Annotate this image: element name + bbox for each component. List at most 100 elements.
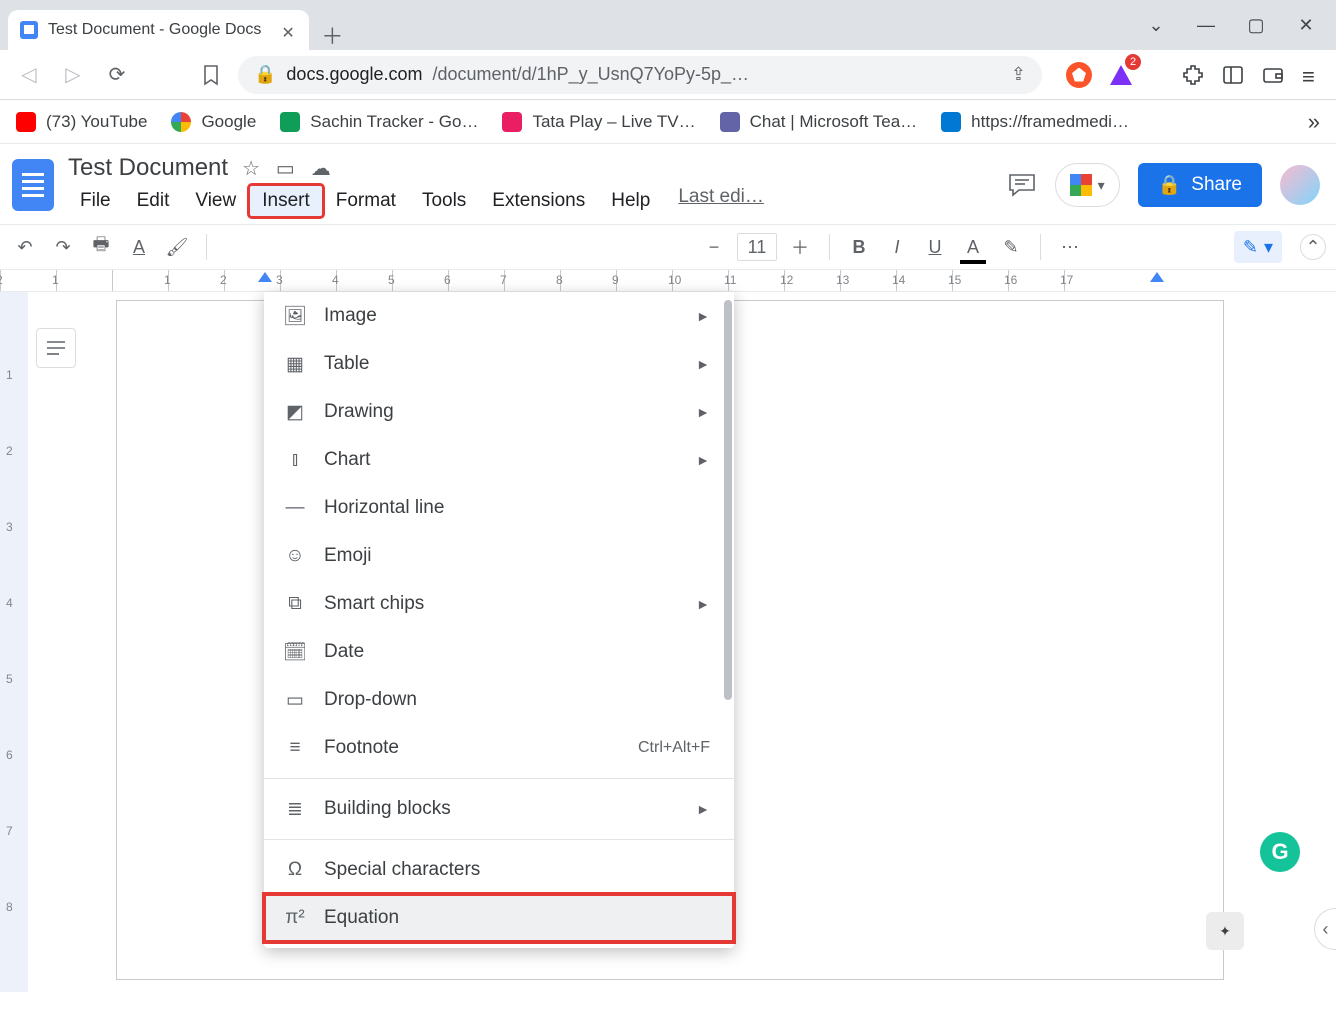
grammarly-button[interactable]: G	[1260, 832, 1300, 872]
insert-menu-date[interactable]: 🗓Date	[264, 628, 734, 676]
browser-tab-active[interactable]: Test Document - Google Docs ✕	[8, 10, 309, 50]
insert-menu-drawing[interactable]: ◩Drawing►	[264, 388, 734, 436]
comments-icon[interactable]	[1007, 172, 1037, 198]
bookmark-youtube[interactable]: (73) YouTube	[16, 112, 147, 132]
insert-menu-smart-chips[interactable]: ⧉Smart chips►	[264, 580, 734, 628]
menu-help[interactable]: Help	[599, 186, 662, 216]
menu-item-label: Drop-down	[324, 689, 710, 711]
bookmark-google[interactable]: Google	[171, 112, 256, 132]
docs-favicon-icon	[20, 21, 38, 39]
text-color-button[interactable]: A	[958, 232, 988, 262]
spellcheck-button[interactable]: A	[124, 232, 154, 262]
new-tab-button[interactable]: ＋	[317, 20, 347, 50]
cloud-status-icon[interactable]: ☁	[311, 158, 331, 180]
insert-menu-table[interactable]: ▦Table►	[264, 340, 734, 388]
print-button[interactable]: 🖶	[86, 232, 116, 262]
bookmark-label: Sachin Tracker - Go…	[310, 112, 478, 132]
menu-file[interactable]: File	[68, 186, 123, 216]
side-panel-toggle[interactable]: ‹	[1314, 908, 1336, 950]
insert-menu-dropdown: 🖼Image►▦Table►◩Drawing►⫾Chart►—Horizonta…	[264, 292, 734, 948]
editing-mode-button[interactable]: ✎ ▾	[1234, 231, 1282, 263]
horizontal-ruler[interactable]: 211234567891011121314151617	[0, 270, 1336, 292]
menu-item-label: Special characters	[324, 859, 710, 881]
font-size-increase[interactable]: ＋	[785, 232, 815, 262]
special-characters-icon: Ω	[284, 859, 306, 881]
paint-format-button[interactable]: 🖌	[162, 232, 192, 262]
star-icon[interactable]: ☆	[242, 158, 260, 180]
insert-menu-equation[interactable]: π²Equation	[264, 894, 734, 942]
document-canvas: 12345678 🖼Image►▦Table►◩Drawing►⫾Chart►—…	[0, 292, 1336, 992]
ruler-left-indent-icon[interactable]	[258, 272, 272, 282]
meet-button[interactable]: ▾	[1055, 163, 1120, 207]
insert-menu-special-characters[interactable]: Ω Special characters	[264, 846, 734, 894]
insert-menu-horizontal-line[interactable]: —Horizontal line	[264, 484, 734, 532]
bookmark-framedmedi[interactable]: https://framedmedi…	[941, 112, 1129, 132]
insert-menu-image[interactable]: 🖼Image►	[264, 292, 734, 340]
font-size-input[interactable]: 11	[737, 233, 777, 261]
insert-menu-chart[interactable]: ⫾Chart►	[264, 436, 734, 484]
undo-button[interactable]: ↶	[10, 232, 40, 262]
underline-button[interactable]: U	[920, 232, 950, 262]
bookmark-page-button[interactable]	[194, 58, 228, 92]
insert-menu-building-blocks[interactable]: ≣Building blocks►	[264, 785, 734, 833]
explore-button[interactable]: ✦	[1206, 912, 1244, 950]
document-title[interactable]: Test Document	[68, 154, 228, 182]
youtube-icon	[16, 112, 36, 132]
outline-icon	[45, 339, 67, 357]
browser-menu-icon[interactable]: ≡	[1302, 64, 1324, 86]
sidebar-toggle-icon[interactable]	[1222, 64, 1244, 86]
image-icon: 🖼	[284, 305, 306, 327]
bookmark-sheets[interactable]: Sachin Tracker - Go…	[280, 112, 478, 132]
insert-menu-footnote[interactable]: ≡FootnoteCtrl+Alt+F	[264, 724, 734, 772]
window-minimize-icon[interactable]: ―	[1196, 15, 1216, 36]
date-icon: 🗓	[284, 641, 306, 663]
show-outline-button[interactable]	[36, 328, 76, 368]
vertical-ruler[interactable]: 12345678	[0, 292, 28, 992]
insert-menu-drop-down[interactable]: ▭Drop-down	[264, 676, 734, 724]
redo-button[interactable]: ↷	[48, 232, 78, 262]
brave-rewards-icon[interactable]: 2	[1110, 65, 1132, 85]
window-titlebar: Test Document - Google Docs ✕ ＋ ⌄ ― ▢ ✕	[0, 0, 1336, 50]
menu-format[interactable]: Format	[324, 186, 408, 216]
share-button[interactable]: 🔒 Share	[1138, 163, 1262, 207]
tab-strip: Test Document - Google Docs ✕ ＋	[0, 0, 1146, 50]
menu-insert[interactable]: Insert	[250, 186, 322, 216]
highlight-button[interactable]: ✎	[996, 232, 1026, 262]
share-url-icon[interactable]: ⇪	[1011, 64, 1026, 85]
menu-item-label: Table	[324, 353, 678, 375]
move-icon[interactable]: ▭	[276, 158, 295, 180]
bold-button[interactable]: B	[844, 232, 874, 262]
collapse-toolbar-button[interactable]: ⌃	[1300, 234, 1326, 260]
bookmark-tata[interactable]: Tata Play – Live TV…	[502, 112, 695, 132]
menu-view[interactable]: View	[183, 186, 248, 216]
window-close-icon[interactable]: ✕	[1296, 15, 1316, 36]
toolbar-more-button[interactable]: ⋯	[1055, 232, 1085, 262]
tab-close-icon[interactable]: ✕	[281, 23, 295, 37]
window-dropdown-icon[interactable]: ⌄	[1146, 15, 1166, 36]
ruler-right-indent-icon[interactable]	[1150, 272, 1164, 282]
italic-button[interactable]: I	[882, 232, 912, 262]
font-size-decrease[interactable]: −	[699, 232, 729, 262]
menu-edit[interactable]: Edit	[125, 186, 182, 216]
nav-back-button[interactable]: ◁	[12, 58, 46, 92]
last-edit-link[interactable]: Last edi…	[678, 186, 764, 216]
wallet-icon[interactable]	[1262, 64, 1284, 86]
brave-shield-icon[interactable]	[1066, 62, 1092, 88]
horizontal-line-icon: —	[284, 497, 306, 519]
nav-forward-button[interactable]: ▷	[56, 58, 90, 92]
bookmark-teams[interactable]: Chat | Microsoft Tea…	[720, 112, 918, 132]
bookmark-label: (73) YouTube	[46, 112, 147, 132]
insert-menu-emoji[interactable]: ☺Emoji	[264, 532, 734, 580]
address-bar[interactable]: 🔒 docs.google.com/document/d/1hP_y_UsnQ7…	[238, 56, 1042, 94]
extensions-icon[interactable]	[1182, 64, 1204, 86]
menu-item-label: Image	[324, 305, 678, 327]
menu-extensions[interactable]: Extensions	[480, 186, 597, 216]
nav-reload-button[interactable]: ⟳	[100, 58, 134, 92]
docs-logo-icon[interactable]	[12, 159, 54, 211]
window-maximize-icon[interactable]: ▢	[1246, 15, 1266, 36]
menu-item-shortcut: Ctrl+Alt+F	[638, 739, 710, 757]
menu-tools[interactable]: Tools	[410, 186, 478, 216]
account-avatar[interactable]	[1280, 165, 1320, 205]
menu-item-label: Drawing	[324, 401, 678, 423]
bookmarks-overflow-icon[interactable]: »	[1308, 109, 1320, 135]
